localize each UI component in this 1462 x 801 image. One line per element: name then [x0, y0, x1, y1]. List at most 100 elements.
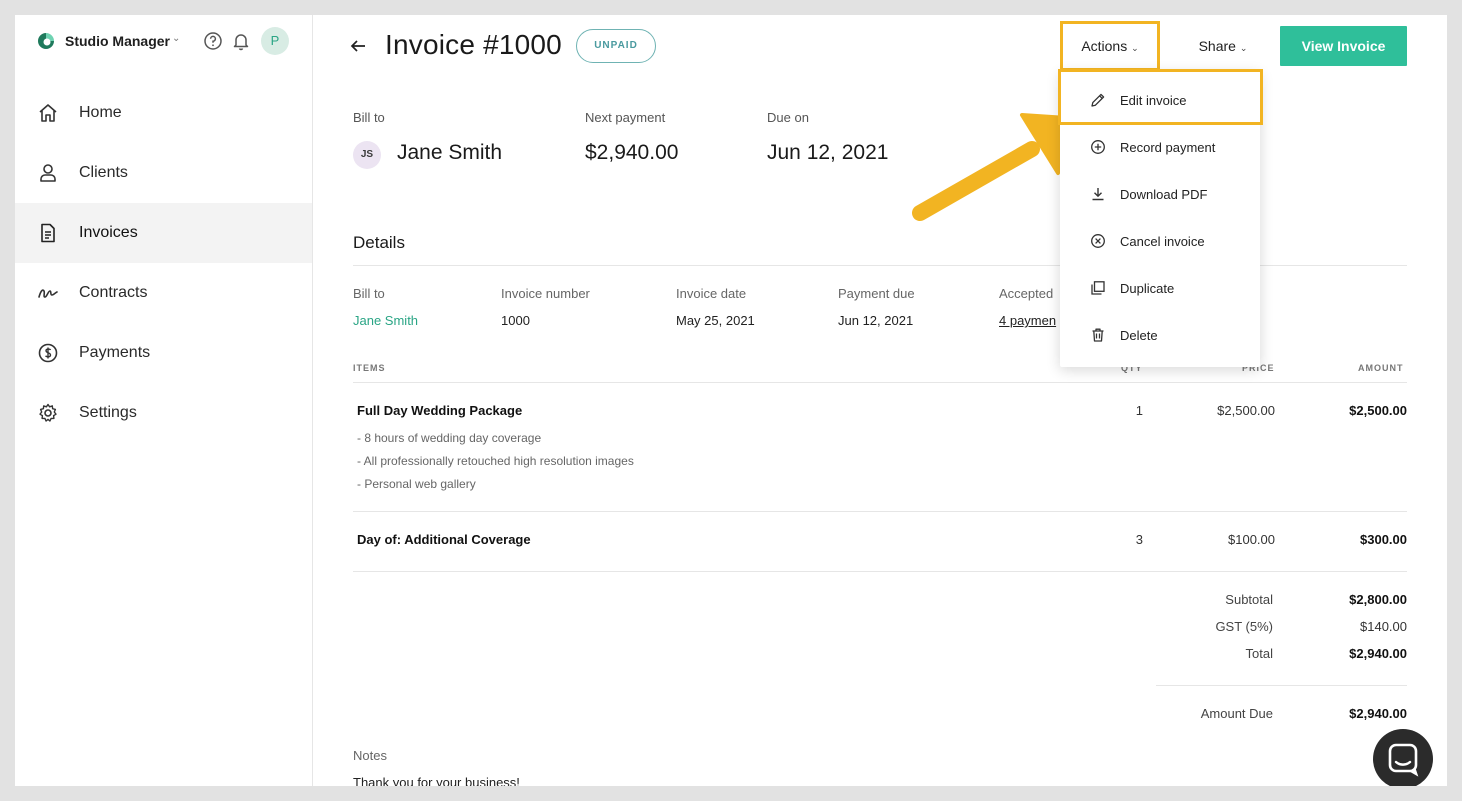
items-header: ITEMS: [353, 363, 386, 373]
item-amount: $2,500.00: [1349, 403, 1407, 418]
subtotal-label: Subtotal: [1225, 592, 1273, 607]
help-icon[interactable]: [203, 31, 223, 51]
dollar-circle-icon: [38, 343, 58, 363]
back-arrow-icon[interactable]: [350, 38, 366, 54]
menu-item-record-payment[interactable]: Record payment: [1060, 127, 1260, 167]
divider: [353, 382, 1407, 383]
sidebar-item-label: Payments: [79, 344, 151, 361]
item-description: - All professionally retouched high reso…: [357, 454, 634, 468]
item-qty: 3: [1135, 532, 1143, 547]
sidebar-item-payments[interactable]: Payments: [15, 323, 312, 383]
sidebar-item-label: Settings: [79, 404, 137, 421]
detail-bill-to-label: Bill to: [353, 286, 385, 301]
invoice-number-value: 1000: [501, 313, 530, 328]
annotation-arrow-icon: [912, 113, 1084, 221]
workspace-name[interactable]: Studio Manager: [65, 33, 170, 49]
amount-due-value: $2,940.00: [1349, 706, 1407, 721]
details-heading: Details: [353, 233, 405, 252]
menu-item-label: Download PDF: [1120, 187, 1208, 202]
page-title: Invoice #1000: [385, 29, 562, 60]
bill-to-label: Bill to: [353, 110, 385, 125]
detail-bill-to-link[interactable]: Jane Smith: [353, 313, 418, 328]
menu-item-label: Record payment: [1120, 140, 1216, 155]
item-price: $2,500.00: [1217, 403, 1275, 418]
divider: [353, 511, 1407, 512]
sidebar-header: Studio Manager ⌄ P: [37, 27, 297, 55]
sidebar-item-settings[interactable]: Settings: [15, 383, 312, 443]
user-avatar[interactable]: P: [261, 27, 289, 55]
home-icon: [39, 104, 57, 122]
client-name: Jane Smith: [397, 141, 503, 164]
notes-label: Notes: [353, 748, 387, 763]
item-name: Full Day Wedding Package: [357, 403, 523, 418]
payment-due-label: Payment due: [838, 286, 915, 301]
total-label: Total: [1245, 646, 1273, 661]
menu-item-cancel-invoice[interactable]: Cancel invoice: [1060, 221, 1260, 261]
duplicate-icon: [1091, 281, 1105, 295]
next-payment-value: $2,940.00: [585, 141, 679, 164]
sidebar-item-label: Home: [79, 104, 122, 121]
divider: [353, 571, 1407, 572]
bell-icon[interactable]: [231, 31, 251, 51]
payment-due-value: Jun 12, 2021: [838, 313, 914, 328]
menu-item-download-pdf[interactable]: Download PDF: [1060, 174, 1260, 214]
user-icon: [40, 164, 56, 182]
item-price: $100.00: [1228, 532, 1275, 547]
actions-button[interactable]: Actions ⌄: [1060, 21, 1160, 71]
item-amount: $300.00: [1360, 532, 1407, 547]
sidebar-nav: Home Clients Invoices Contracts Payments…: [15, 83, 312, 443]
chat-icon: [1388, 743, 1419, 777]
status-badge: UNPAID: [576, 29, 656, 63]
view-invoice-button[interactable]: View Invoice: [1280, 26, 1407, 66]
accepted-payments-link[interactable]: 4 paymen: [999, 313, 1056, 328]
gst-label: GST (5%): [1215, 619, 1273, 634]
download-icon: [1092, 188, 1104, 201]
actions-dropdown-menu: Edit invoice Record payment Download PDF…: [1060, 71, 1260, 367]
divider: [1156, 685, 1407, 686]
chevron-down-icon: ⌄: [1131, 43, 1139, 53]
menu-item-edit-invoice[interactable]: Edit invoice: [1060, 80, 1260, 120]
notes-text: Thank you for your business!: [353, 775, 520, 786]
menu-item-label: Cancel invoice: [1120, 234, 1205, 249]
subtotal-value: $2,800.00: [1349, 592, 1407, 607]
trash-icon: [1092, 328, 1104, 342]
share-label: Share: [1198, 38, 1236, 54]
accepted-label: Accepted: [999, 286, 1054, 301]
due-on-label: Due on: [767, 110, 809, 125]
due-on-value: Jun 12, 2021: [767, 141, 889, 164]
amount-header: AMOUNT: [1358, 363, 1404, 373]
plus-circle-icon: [1091, 140, 1105, 154]
chevron-down-icon: ⌄: [1239, 43, 1248, 53]
sidebar-item-invoices[interactable]: Invoices: [15, 203, 312, 263]
item-description: - Personal web gallery: [357, 477, 476, 491]
menu-item-delete[interactable]: Delete: [1060, 315, 1260, 355]
signature-icon: [38, 289, 58, 298]
main-content: Invoice #1000 UNPAID Actions ⌄ Share ⌄ V…: [313, 15, 1447, 786]
x-circle-icon: [1091, 234, 1105, 248]
next-payment-label: Next payment: [585, 110, 666, 125]
menu-item-duplicate[interactable]: Duplicate: [1060, 268, 1260, 308]
sidebar-item-label: Contracts: [79, 284, 148, 301]
invoice-date-label: Invoice date: [676, 286, 747, 301]
app-window: Studio Manager ⌄ P Home Clients Invoices…: [15, 15, 1447, 786]
amount-due-label: Amount Due: [1200, 706, 1273, 721]
pencil-icon: [1091, 93, 1105, 107]
share-button[interactable]: Share ⌄: [1188, 31, 1258, 61]
chat-launcher-button[interactable]: [1373, 729, 1433, 786]
invoice-number-label: Invoice number: [501, 286, 590, 301]
sidebar-item-contracts[interactable]: Contracts: [15, 263, 312, 323]
item-description: - 8 hours of wedding day coverage: [357, 431, 542, 445]
sidebar-item-clients[interactable]: Clients: [15, 143, 312, 203]
actions-label: Actions: [1081, 38, 1128, 54]
menu-item-label: Delete: [1120, 328, 1158, 343]
sidebar-item-label: Clients: [79, 164, 128, 181]
document-icon: [41, 223, 55, 243]
total-value: $2,940.00: [1349, 646, 1407, 661]
gst-value: $140.00: [1360, 619, 1407, 634]
studio-logo-icon: [38, 33, 54, 49]
chevron-down-icon[interactable]: ⌄: [172, 33, 180, 44]
sidebar-item-label: Invoices: [79, 224, 138, 241]
sidebar-item-home[interactable]: Home: [15, 83, 312, 143]
menu-item-label: Duplicate: [1120, 281, 1175, 296]
client-avatar: JS: [353, 141, 381, 169]
